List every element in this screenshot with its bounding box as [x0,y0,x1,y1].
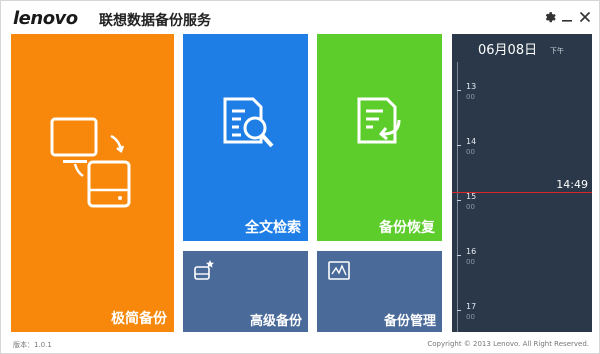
timeline-minute: 00 [466,203,475,211]
drive-star-icon [193,259,215,285]
timeline-hour: 13 [466,82,477,91]
timeline-ampm: 下午 [550,47,564,55]
timeline-minute: 00 [466,313,475,321]
computer-drive-sync-icon [49,116,135,214]
document-restore-icon [355,96,411,156]
timeline-hour: 16 [466,247,477,256]
close-icon[interactable] [577,9,593,25]
version-label: 版本：1.0.1 [13,341,52,349]
full-text-search-tile[interactable]: 全文检索 [183,34,308,241]
backup-restore-label: 备份恢复 [379,220,435,236]
advanced-backup-tile[interactable]: 高级备份 [183,251,308,332]
timeline-date: 06月08日 [478,43,538,58]
timeline-minute: 00 [466,258,475,266]
current-time-label: 14:49 [556,178,588,191]
timeline-axis [457,62,458,332]
app-title: 联想数据备份服务 [99,13,211,29]
title-bar: lenovo 联想数据备份服务 [1,1,599,33]
timeline-hour: 14 [466,137,477,146]
timeline-tick [457,310,461,311]
current-time-line [452,192,592,193]
backup-manage-tile[interactable]: 备份管理 [317,251,442,332]
timeline-tick [457,200,461,201]
simple-backup-label: 极简备份 [111,311,167,327]
copyright-label: Copyright © 2013 Lenovo. All Right Reser… [427,340,589,348]
lenovo-logo: lenovo [13,8,78,29]
timeline-hour: 17 [466,302,477,311]
simple-backup-tile[interactable]: 极简备份 [11,34,174,332]
gear-icon[interactable] [541,9,557,25]
timeline-minute: 00 [466,93,475,101]
timeline-hour: 15 [466,192,477,201]
timeline-tick [457,90,461,91]
timeline-tick [457,145,461,146]
full-text-search-label: 全文检索 [245,220,301,236]
app-window: lenovo 联想数据备份服务 极简备份 全文检索 备份恢复 高级备份 备份管理… [0,0,600,354]
timeline-tick [457,255,461,256]
backup-restore-tile[interactable]: 备份恢复 [317,34,442,241]
backup-manage-label: 备份管理 [384,314,437,329]
minimize-icon[interactable] [559,9,575,25]
document-search-icon [221,96,277,156]
advanced-backup-label: 高级备份 [250,314,303,329]
timeline-panel[interactable]: 06月08日 下午 13 00 14 00 15 00 16 00 17 00 … [452,34,592,332]
chart-monitor-icon [327,260,351,286]
timeline-minute: 00 [466,148,475,156]
